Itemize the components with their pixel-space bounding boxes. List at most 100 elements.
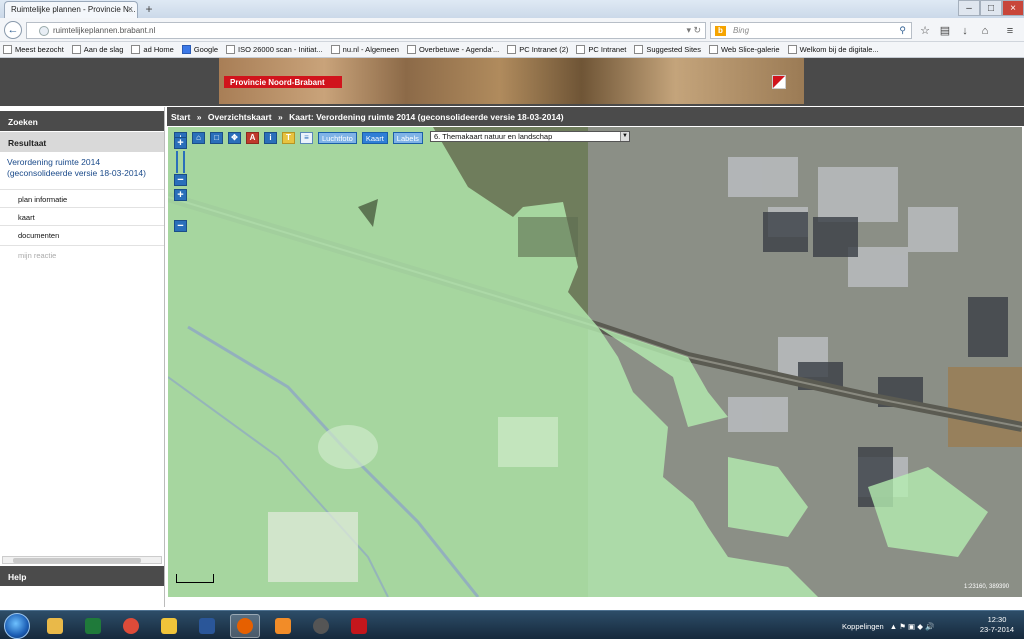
info-icon[interactable]: i bbox=[264, 132, 277, 144]
taskbar-app-firefox[interactable] bbox=[230, 614, 260, 638]
paint-icon bbox=[161, 618, 177, 634]
home-icon[interactable]: ⌂ bbox=[978, 24, 992, 38]
tab-title: Ruimtelijke plannen - Provincie N... bbox=[11, 5, 136, 14]
sidebar-scrollbar[interactable] bbox=[2, 556, 162, 564]
bookmark-item[interactable]: Google bbox=[181, 45, 218, 54]
bookmark-label: PC Intranet (2) bbox=[519, 45, 569, 54]
pdf-icon[interactable]: A bbox=[246, 132, 259, 144]
bookmark-item[interactable]: Suggested Sites bbox=[634, 45, 701, 54]
zoom-out-button-secondary[interactable]: − bbox=[174, 220, 187, 232]
reload-icon[interactable]: ▾ ↻ bbox=[686, 25, 701, 36]
menu-icon[interactable]: ≡ bbox=[1003, 24, 1017, 38]
url-text: ruimtelijkeplannen.brabant.nl bbox=[53, 26, 156, 35]
zoom-box-icon[interactable]: □ bbox=[210, 132, 223, 144]
aerial-map[interactable] bbox=[168, 127, 1022, 597]
zoom-extent-icon[interactable]: ⌂ bbox=[192, 132, 205, 144]
sidebar-item-documenten[interactable]: documenten bbox=[0, 225, 164, 243]
google-icon bbox=[181, 45, 191, 54]
taskbar-app-media-player[interactable] bbox=[268, 614, 298, 638]
download-icon[interactable]: ↓ bbox=[958, 24, 972, 38]
bookmark-label: Meest bezocht bbox=[15, 45, 64, 54]
taskbar-app-excel[interactable] bbox=[78, 614, 108, 638]
bookmark-label: ISO 26000 scan - Initiat... bbox=[238, 45, 323, 54]
bookmark-star-icon[interactable]: ☆ bbox=[918, 24, 932, 38]
zoom-in-button-secondary[interactable]: + bbox=[174, 189, 187, 201]
scrollbar-thumb[interactable] bbox=[13, 558, 141, 563]
maximize-button[interactable]: □ bbox=[980, 0, 1002, 16]
legend-icon[interactable]: ≡ bbox=[300, 132, 313, 144]
file-explorer-icon bbox=[47, 618, 63, 634]
taskbar-app-acrobat[interactable] bbox=[344, 614, 374, 638]
search-placeholder: Bing bbox=[733, 26, 750, 35]
bookmark-item[interactable]: PC Intranet (2) bbox=[507, 45, 568, 54]
bookmarks-bar: Meest bezocht Aan de slag ad Home Google ISO… bbox=[0, 42, 1024, 58]
tab-close-icon[interactable]: × bbox=[128, 4, 133, 14]
theme-select-value: 6. Themakaart natuur en landschap bbox=[434, 132, 553, 141]
search-input[interactable]: b Bing ⚲ bbox=[710, 22, 912, 39]
clock[interactable]: 12:30 23-7-2014 bbox=[974, 615, 1020, 637]
tray-label[interactable]: Koppelingen bbox=[842, 622, 884, 631]
sidebar-search-header[interactable]: Zoeken bbox=[0, 111, 164, 131]
zoom-in-button[interactable]: + bbox=[174, 137, 187, 149]
page-icon bbox=[71, 45, 81, 54]
start-button[interactable] bbox=[4, 613, 30, 639]
chevron-down-icon[interactable]: ▼ bbox=[620, 132, 629, 141]
browser-tab-bar: Ruimtelijke plannen - Provincie N... × +… bbox=[0, 0, 1024, 18]
bookmark-item[interactable]: Overbetuwe - Agenda'... bbox=[406, 45, 500, 54]
excel-icon bbox=[85, 618, 101, 634]
taskbar-app-camera[interactable] bbox=[306, 614, 336, 638]
sidebar-item-mijn-reactie: mijn reactie bbox=[0, 245, 164, 263]
browser-tab[interactable]: Ruimtelijke plannen - Provincie N... × bbox=[4, 1, 138, 18]
flag-icon[interactable]: ▲ ⚑ ▣ ◆ 🔊 bbox=[890, 622, 935, 631]
page-icon bbox=[406, 45, 416, 54]
close-window-button[interactable]: × bbox=[1002, 0, 1024, 16]
bookmark-item[interactable]: nu.nl - Algemeen bbox=[330, 45, 399, 54]
zoom-slider[interactable] bbox=[176, 151, 185, 173]
pan-icon[interactable]: ✥ bbox=[228, 132, 241, 144]
page-icon bbox=[226, 45, 236, 54]
bookmark-item[interactable]: Aan de slag bbox=[71, 45, 124, 54]
bookmark-label: Overbetuwe - Agenda'... bbox=[418, 45, 500, 54]
taskbar-app-word[interactable] bbox=[192, 614, 222, 638]
breadcrumb-separator: » bbox=[196, 112, 202, 122]
bookmark-item[interactable]: Meest bezocht bbox=[3, 45, 64, 54]
taskbar-app-file-explorer[interactable] bbox=[40, 614, 70, 638]
clipboard-icon[interactable]: ▤ bbox=[938, 24, 952, 38]
bookmark-item[interactable]: ISO 26000 scan - Initiat... bbox=[226, 45, 323, 54]
back-button[interactable]: ← bbox=[4, 21, 22, 39]
zoom-out-button[interactable]: − bbox=[174, 174, 187, 186]
map-toolbar: +⌂□✥AiT≡LuchtfotoKaartLabels bbox=[174, 132, 428, 144]
sidebar-result-header[interactable]: Resultaat bbox=[0, 132, 164, 152]
header-banner: Provincie Noord-Brabant bbox=[219, 58, 804, 104]
breadcrumb-overview[interactable]: Overzichtskaart bbox=[208, 112, 272, 122]
taskbar-app-chrome[interactable] bbox=[116, 614, 146, 638]
map-viewer[interactable]: + ⌂ □ ✥ AiT ≡ Luchtfoto Kaart Labels 6. Themakaa… bbox=[168, 127, 1022, 597]
layer-button-labels[interactable]: Labels bbox=[392, 132, 423, 144]
firefox-icon bbox=[237, 618, 253, 634]
province-logo bbox=[772, 75, 786, 89]
layer-button-luchtfoto[interactable]: Luchtfoto bbox=[318, 132, 357, 144]
sidebar-item-kaart[interactable]: kaart bbox=[0, 207, 164, 225]
bookmark-item[interactable]: Welkom bij de digitale... bbox=[787, 45, 879, 54]
bookmark-label: Aan de slag bbox=[83, 45, 124, 54]
bookmark-item[interactable]: Web Slice-galerie bbox=[708, 45, 780, 54]
bookmark-item[interactable]: ad Home bbox=[131, 45, 174, 54]
sidebar-item-plan-informatie[interactable]: plan informatie bbox=[0, 189, 164, 207]
breadcrumb-start[interactable]: Start bbox=[171, 112, 190, 122]
search-icon[interactable]: ⚲ bbox=[899, 25, 906, 36]
clock-time: 12:30 bbox=[987, 615, 1007, 624]
page-icon bbox=[787, 45, 797, 54]
theme-select[interactable]: 6. Themakaart natuur en landschap ▼ bbox=[430, 131, 630, 142]
minimize-button[interactable]: – bbox=[958, 0, 980, 16]
address-bar[interactable]: ruimtelijkeplannen.brabant.nl ▾ ↻ bbox=[26, 22, 706, 39]
sidebar: Zoeken Resultaat Verordening ruimte 2014… bbox=[0, 107, 165, 607]
measure-icon[interactable]: T bbox=[282, 132, 295, 144]
page-icon bbox=[131, 45, 141, 54]
layer-button-kaart[interactable]: Kaart bbox=[361, 132, 388, 144]
taskbar-app-paint[interactable] bbox=[154, 614, 184, 638]
plan-title: Verordening ruimte 2014 (geconsolideerde… bbox=[7, 157, 146, 178]
new-tab-icon[interactable]: + bbox=[142, 2, 156, 16]
bookmark-item[interactable]: PC Intranet bbox=[576, 45, 626, 54]
help-header[interactable]: Help bbox=[0, 566, 164, 586]
breadcrumb: Start » Overzichtskaart » Kaart: Verorde… bbox=[167, 107, 1024, 126]
